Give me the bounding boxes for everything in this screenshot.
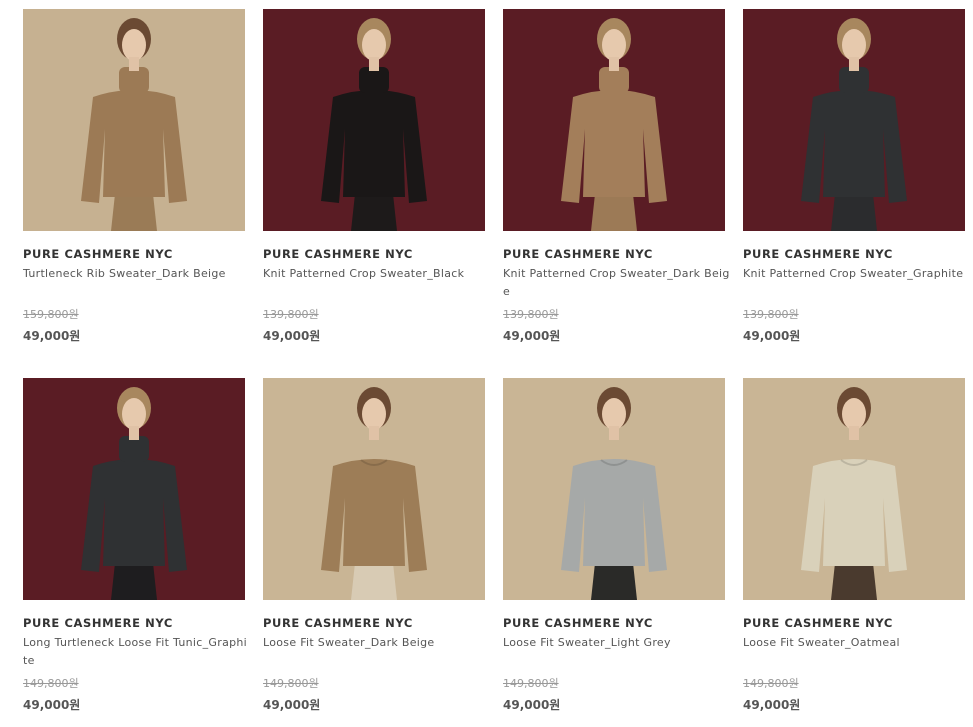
model-illustration <box>23 9 245 231</box>
product-name[interactable]: Knit Patterned Crop Sweater_Dark Beige <box>503 265 731 301</box>
product-sale-price: 49,000원 <box>503 329 561 343</box>
product-sale-price: 49,000원 <box>23 329 81 343</box>
product-sale-price: 49,000원 <box>743 698 801 712</box>
product-name[interactable]: Knit Patterned Crop Sweater_Graphite <box>743 265 971 283</box>
model-illustration <box>743 9 965 231</box>
model-illustration <box>263 378 485 600</box>
product-sale-price: 49,000원 <box>263 698 321 712</box>
product-image[interactable] <box>503 378 725 600</box>
product-image[interactable] <box>263 9 485 231</box>
product-brand: PURE CASHMERE NYC <box>743 247 893 261</box>
product-original-price: 139,800원 <box>263 308 319 321</box>
product-image[interactable] <box>263 378 485 600</box>
model-illustration <box>503 9 725 231</box>
product-brand: PURE CASHMERE NYC <box>503 616 653 630</box>
product-name[interactable]: Loose Fit Sweater_Oatmeal <box>743 634 971 652</box>
product-image[interactable] <box>743 378 965 600</box>
product-brand: PURE CASHMERE NYC <box>743 616 893 630</box>
product-original-price: 149,800원 <box>263 677 319 690</box>
product-original-price: 139,800원 <box>743 308 799 321</box>
model-illustration <box>263 9 485 231</box>
product-image[interactable] <box>23 9 245 231</box>
product-brand: PURE CASHMERE NYC <box>263 247 413 261</box>
product-sale-price: 49,000원 <box>23 698 81 712</box>
product-original-price: 149,800원 <box>743 677 799 690</box>
product-sale-price: 49,000원 <box>503 698 561 712</box>
product-name[interactable]: Loose Fit Sweater_Light Grey <box>503 634 731 652</box>
product-image[interactable] <box>503 9 725 231</box>
model-illustration <box>503 378 725 600</box>
product-sale-price: 49,000원 <box>263 329 321 343</box>
product-name[interactable]: Turtleneck Rib Sweater_Dark Beige <box>23 265 251 283</box>
product-brand: PURE CASHMERE NYC <box>23 247 173 261</box>
product-original-price: 149,800원 <box>503 677 559 690</box>
product-image[interactable] <box>23 378 245 600</box>
model-illustration <box>23 378 245 600</box>
model-illustration <box>743 378 965 600</box>
product-grid: PURE CASHMERE NYC Turtleneck Rib Sweater… <box>0 0 973 727</box>
product-original-price: 149,800원 <box>23 677 79 690</box>
product-brand: PURE CASHMERE NYC <box>263 616 413 630</box>
product-name[interactable]: Loose Fit Sweater_Dark Beige <box>263 634 491 652</box>
product-original-price: 139,800원 <box>503 308 559 321</box>
product-sale-price: 49,000원 <box>743 329 801 343</box>
product-name[interactable]: Long Turtleneck Loose Fit Tunic_Graphite <box>23 634 251 670</box>
product-original-price: 159,800원 <box>23 308 79 321</box>
product-brand: PURE CASHMERE NYC <box>503 247 653 261</box>
product-name[interactable]: Knit Patterned Crop Sweater_Black <box>263 265 491 283</box>
product-brand: PURE CASHMERE NYC <box>23 616 173 630</box>
product-image[interactable] <box>743 9 965 231</box>
